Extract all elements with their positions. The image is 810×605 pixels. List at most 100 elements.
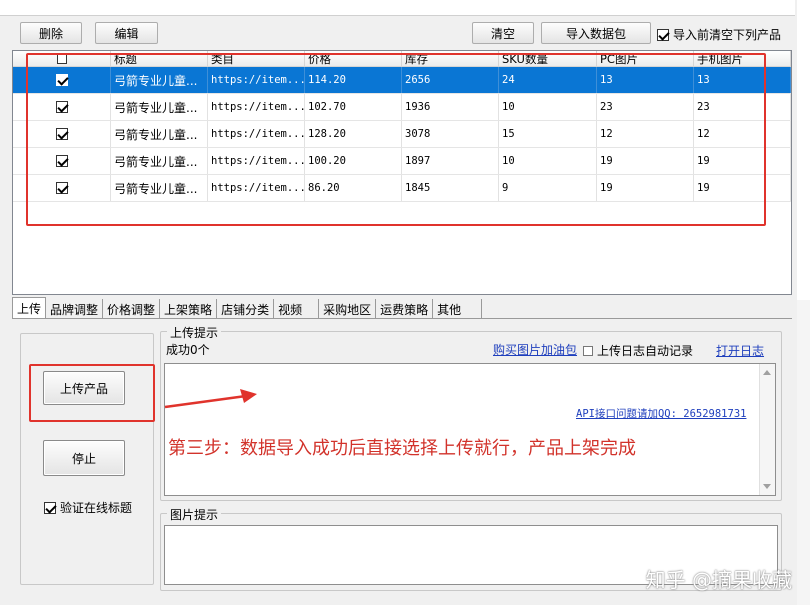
- category-cell[interactable]: https://item...: [208, 67, 305, 93]
- stock-cell[interactable]: 1897: [402, 148, 499, 174]
- category-cell[interactable]: https://item...: [208, 148, 305, 174]
- stock-cell[interactable]: 1936: [402, 94, 499, 120]
- row-checkbox[interactable]: [55, 182, 68, 194]
- tab-shipping-strategy[interactable]: 运费策略: [376, 299, 434, 319]
- table-row[interactable]: 弓箭专业儿童... https://item... 128.20 3078 15 12 12: [13, 121, 791, 148]
- stock-cell[interactable]: 1845: [402, 175, 499, 201]
- tab-upload[interactable]: 上传: [12, 297, 47, 319]
- delete-button[interactable]: 删除: [20, 22, 82, 44]
- pc-images-cell[interactable]: 19: [597, 175, 694, 201]
- clear-button[interactable]: 清空: [472, 22, 534, 44]
- tab-brand-adjust[interactable]: 品牌调整: [46, 299, 104, 319]
- pc-images-cell[interactable]: 19: [597, 148, 694, 174]
- auto-log-label: 上传日志自动记录: [597, 344, 694, 358]
- table-row[interactable]: 弓箭专业儿童... https://item... 100.20 1897 10 19 19: [13, 148, 791, 175]
- price-cell[interactable]: 100.20: [305, 148, 402, 174]
- price-cell[interactable]: 86.20: [305, 175, 402, 201]
- table-row[interactable]: 弓箭专业儿童... https://item... 102.70 1936 10 23 23: [13, 94, 791, 121]
- clear-before-import-label: 导入前清空下列产品: [673, 28, 782, 42]
- mobile-images-cell[interactable]: 12: [694, 121, 791, 147]
- category-cell[interactable]: https://item...: [208, 175, 305, 201]
- table-header: 标题 类目 价格 库存 SKU数量 PC图片 手机图片: [13, 51, 791, 67]
- row-select-cell[interactable]: [13, 94, 111, 120]
- import-data-package-button[interactable]: 导入数据包: [541, 22, 651, 44]
- upload-product-button[interactable]: 上传产品: [43, 371, 125, 405]
- column-header-sku-count[interactable]: SKU数量: [499, 51, 597, 66]
- sku-count-cell[interactable]: 10: [499, 94, 597, 120]
- watermark-text: 知乎 @摘果收藏: [645, 568, 792, 592]
- verify-online-title-checkbox[interactable]: [44, 501, 56, 514]
- mobile-images-cell[interactable]: 19: [694, 175, 791, 201]
- select-all-checkbox[interactable]: [56, 53, 67, 64]
- column-header-mobile-images[interactable]: 手机图片: [694, 51, 791, 66]
- pc-images-cell[interactable]: 12: [597, 121, 694, 147]
- stop-button[interactable]: 停止: [43, 440, 125, 476]
- sku-count-cell[interactable]: 10: [499, 148, 597, 174]
- price-cell[interactable]: 102.70: [305, 94, 402, 120]
- row-checkbox[interactable]: [55, 74, 68, 86]
- tab-other[interactable]: 其他: [433, 299, 483, 319]
- column-header-category[interactable]: 类目: [208, 51, 305, 66]
- row-checkbox[interactable]: [55, 128, 68, 140]
- stock-cell[interactable]: 2656: [402, 67, 499, 93]
- tab-store-category[interactable]: 店铺分类: [217, 299, 275, 319]
- title-cell[interactable]: 弓箭专业儿童...: [111, 148, 208, 174]
- column-header-title[interactable]: 标题: [111, 51, 208, 66]
- table-row[interactable]: 弓箭专业儿童... https://item... 114.20 2656 24 13 13: [13, 67, 791, 94]
- tab-purchase-region[interactable]: 采购地区: [319, 299, 377, 319]
- api-contact-link[interactable]: API接口问题请加QQ: 2652981731: [576, 406, 746, 421]
- row-select-cell[interactable]: [13, 148, 111, 174]
- tab-listing-strategy[interactable]: 上架策略: [160, 299, 218, 319]
- edit-button[interactable]: 编辑: [95, 22, 158, 44]
- title-cell[interactable]: 弓箭专业儿童...: [111, 94, 208, 120]
- mobile-images-cell[interactable]: 19: [694, 148, 791, 174]
- clear-before-import-option[interactable]: 导入前清空下列产品: [657, 26, 781, 43]
- sku-count-cell[interactable]: 9: [499, 175, 597, 201]
- scroll-up-icon[interactable]: [763, 370, 771, 375]
- column-header-price[interactable]: 价格: [305, 51, 402, 66]
- auto-log-option[interactable]: 上传日志自动记录: [583, 342, 693, 359]
- sku-count-cell[interactable]: 15: [499, 121, 597, 147]
- upload-tips-label: 上传提示: [167, 324, 222, 341]
- clear-before-import-checkbox[interactable]: [657, 28, 669, 41]
- tab-video[interactable]: 视频: [274, 299, 320, 319]
- verify-online-title-label: 验证在线标题: [60, 501, 133, 515]
- price-cell[interactable]: 128.20: [305, 121, 402, 147]
- right-edge-panel: [797, 0, 810, 300]
- row-checkbox[interactable]: [55, 155, 68, 167]
- step-three-annotation: 第三步：数据导入成功后直接选择上传就行，产品上架完成: [168, 438, 636, 459]
- verify-online-title-option[interactable]: 验证在线标题: [44, 499, 132, 516]
- table-row[interactable]: 弓箭专业儿童... https://item... 86.20 1845 9 19 19: [13, 175, 791, 202]
- header-select-all[interactable]: [13, 51, 111, 66]
- column-header-pc-images[interactable]: PC图片: [597, 51, 694, 66]
- upload-log-textarea[interactable]: [164, 363, 776, 496]
- mobile-images-cell[interactable]: 13: [694, 67, 791, 93]
- upload-log-scrollbar[interactable]: [759, 364, 775, 495]
- open-log-link[interactable]: 打开日志: [716, 342, 764, 359]
- stock-cell[interactable]: 3078: [402, 121, 499, 147]
- pc-images-cell[interactable]: 13: [597, 67, 694, 93]
- row-select-cell[interactable]: [13, 175, 111, 201]
- settings-tabs: 上传 品牌调整 价格调整 上架策略 店铺分类 视频 采购地区 运费策略 其他: [12, 297, 483, 319]
- column-header-stock[interactable]: 库存: [402, 51, 499, 66]
- title-cell[interactable]: 弓箭专业儿童...: [111, 175, 208, 201]
- row-select-cell[interactable]: [13, 67, 111, 93]
- row-checkbox[interactable]: [55, 101, 68, 113]
- category-cell[interactable]: https://item...: [208, 121, 305, 147]
- annotation-arrow-icon: [164, 389, 257, 409]
- title-cell[interactable]: 弓箭专业儿童...: [111, 67, 208, 93]
- image-tips-label: 图片提示: [167, 506, 222, 523]
- title-cell[interactable]: 弓箭专业儿童...: [111, 121, 208, 147]
- price-cell[interactable]: 114.20: [305, 67, 402, 93]
- scroll-down-icon[interactable]: [763, 484, 771, 489]
- buy-image-pack-link[interactable]: 购买图片加油包: [493, 341, 577, 358]
- tab-price-adjust[interactable]: 价格调整: [103, 299, 161, 319]
- sku-count-cell[interactable]: 24: [499, 67, 597, 93]
- pc-images-cell[interactable]: 23: [597, 94, 694, 120]
- mobile-images-cell[interactable]: 23: [694, 94, 791, 120]
- product-table[interactable]: 标题 类目 价格 库存 SKU数量 PC图片 手机图片 弓箭专业儿童... htt…: [12, 50, 792, 295]
- category-cell[interactable]: https://item...: [208, 94, 305, 120]
- auto-log-checkbox[interactable]: [583, 345, 593, 356]
- row-select-cell[interactable]: [13, 121, 111, 147]
- success-count-text: 成功0个: [166, 343, 210, 357]
